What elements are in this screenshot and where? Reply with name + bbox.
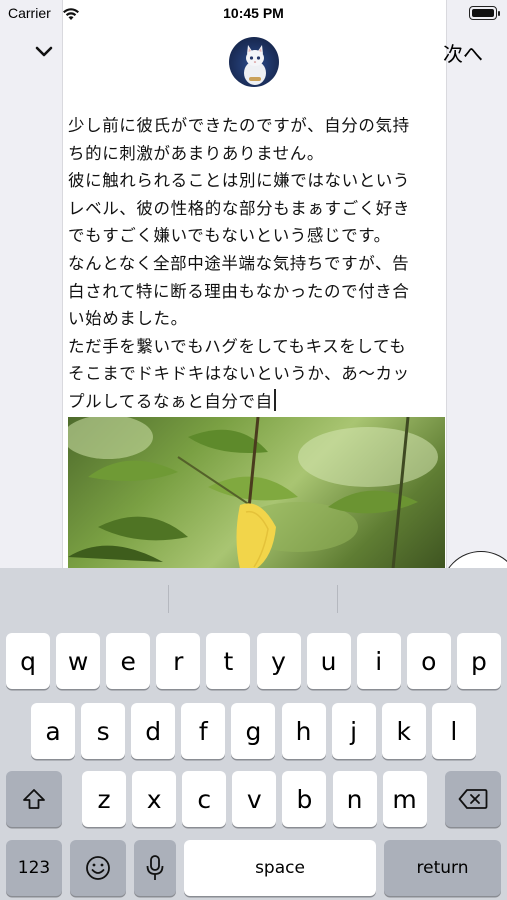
post-body-textarea[interactable]: 少し前に彼氏ができたのですが、自分の気持 ち的に刺激があまりありません。彼に触れら… — [68, 112, 438, 416]
suggestion-divider — [168, 585, 169, 613]
post-text-line: そこまでドキドキはないというか、あ〜カッ — [68, 364, 410, 384]
dictation-key[interactable] — [134, 840, 176, 896]
attached-photo — [68, 417, 445, 569]
key-j[interactable]: j — [331, 703, 376, 759]
key-k[interactable]: k — [381, 703, 426, 759]
key-i[interactable]: i — [356, 633, 401, 689]
key-v[interactable]: v — [232, 771, 277, 827]
key-g[interactable]: g — [231, 703, 276, 759]
delete-icon — [458, 789, 488, 809]
key-p[interactable]: p — [456, 633, 501, 689]
key-y[interactable]: y — [256, 633, 301, 689]
key-t[interactable]: t — [206, 633, 251, 689]
numbers-key[interactable]: 123 — [6, 840, 62, 896]
post-text-line: 白されて特に断る理由もなかったので付き合 — [68, 281, 410, 301]
post-text-line: ただ手を繋いでもハグをしてもキスをしても — [68, 336, 407, 356]
post-text-line: 少し前に彼氏ができたのですが、自分の気持 — [68, 116, 410, 135]
right-gutter — [447, 0, 507, 568]
microphone-icon — [146, 855, 164, 880]
key-n[interactable]: n — [332, 771, 377, 827]
shift-icon — [23, 789, 45, 809]
key-e[interactable]: e — [106, 633, 151, 689]
key-f[interactable]: f — [181, 703, 226, 759]
key-c[interactable]: c — [182, 771, 227, 827]
key-d[interactable]: d — [131, 703, 176, 759]
key-b[interactable]: b — [282, 771, 327, 827]
key-l[interactable]: l — [431, 703, 476, 759]
key-q[interactable]: q — [6, 633, 50, 689]
chevron-down-icon[interactable] — [32, 40, 56, 64]
left-gutter — [0, 0, 62, 568]
key-h[interactable]: h — [281, 703, 326, 759]
post-text-line: プルしてるなぁと自分で自 — [68, 388, 438, 416]
key-z[interactable]: z — [82, 771, 126, 827]
emoji-key[interactable] — [70, 840, 126, 896]
post-text-line: ち的に刺激があまりありません。 — [68, 143, 325, 163]
return-key[interactable]: return — [384, 840, 501, 896]
key-a[interactable]: a — [31, 703, 75, 759]
keyboard: q w e r t y u i o p a s d f g h j k l z x c v b n m 123 space return — [0, 568, 507, 900]
suggestion-bar — [0, 568, 507, 624]
post-text-line: 彼に触れられることは別に嫌ではないという — [68, 171, 410, 191]
emoji-icon — [86, 856, 110, 880]
post-text-line: い始めました。 — [68, 309, 188, 329]
key-o[interactable]: o — [406, 633, 451, 689]
clock: 10:45 PM — [223, 5, 284, 21]
delete-key[interactable] — [445, 771, 501, 827]
text-caret — [273, 388, 276, 411]
next-button[interactable]: 次へ — [443, 38, 483, 67]
post-text-line: でもすごく嫌いでもないという感じです。 — [68, 226, 391, 246]
post-text-line: レベル、彼の性格的な部分もまぁすごく好き — [68, 198, 410, 218]
post-text-line: なんとなく全部中途半端な気持ちですが、告 — [68, 253, 410, 273]
status-bar: Carrier 10:45 PM — [0, 0, 507, 30]
key-s[interactable]: s — [81, 703, 126, 759]
key-x[interactable]: x — [132, 771, 177, 827]
key-r[interactable]: r — [156, 633, 201, 689]
avatar — [229, 37, 279, 87]
key-m[interactable]: m — [382, 771, 427, 827]
key-w[interactable]: w — [56, 633, 101, 689]
key-u[interactable]: u — [306, 633, 351, 689]
battery-icon — [469, 6, 500, 20]
suggestion-divider — [337, 585, 338, 613]
shift-key[interactable] — [6, 771, 62, 827]
space-key[interactable]: space — [184, 840, 376, 896]
